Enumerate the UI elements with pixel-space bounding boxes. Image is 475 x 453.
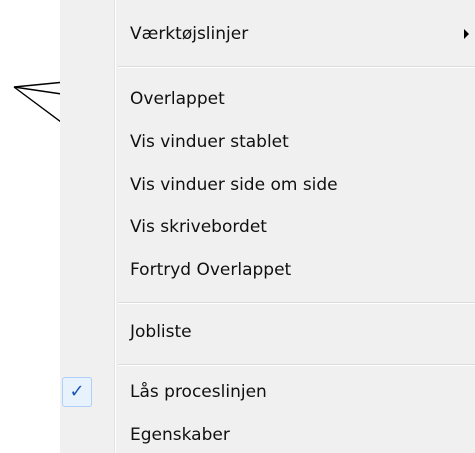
menu-item-label: Jobliste xyxy=(130,322,192,342)
menu-item-las-proceslinjen[interactable]: ✓ Lås proceslinjen xyxy=(60,376,475,408)
menu-item-vis-vinduer-stablet[interactable]: Vis vinduer stablet xyxy=(60,126,475,158)
menu-item-jobliste[interactable]: Jobliste xyxy=(60,316,475,348)
menu-item-label: Værktøjslinjer xyxy=(130,24,249,44)
menu-separator xyxy=(118,302,475,304)
menu-item-vis-vinduer-side-om-side[interactable]: Vis vinduer side om side xyxy=(60,169,475,201)
submenu-arrow-icon xyxy=(464,29,469,39)
menu-separator xyxy=(118,66,475,68)
checkmark-icon: ✓ xyxy=(69,381,85,402)
menu-item-label: Overlappet xyxy=(130,89,225,109)
menu-item-vis-skrivebordet[interactable]: Vis skrivebordet xyxy=(60,211,475,243)
context-menu: Værktøjslinjer Overlappet Vis vinduer st… xyxy=(60,0,475,453)
menu-item-label: Fortryd Overlappet xyxy=(130,260,292,280)
menu-item-fortryd-overlappet[interactable]: Fortryd Overlappet xyxy=(60,254,475,286)
checkbox-checked: ✓ xyxy=(62,377,92,407)
menu-item-overlappet[interactable]: Overlappet xyxy=(60,83,475,115)
menu-item-label: Egenskaber xyxy=(130,425,230,445)
menu-item-label: Vis vinduer side om side xyxy=(130,175,338,195)
menu-separator xyxy=(118,364,475,366)
menu-item-label: Vis skrivebordet xyxy=(130,217,267,237)
menu-item-egenskaber[interactable]: Egenskaber xyxy=(60,419,475,451)
menu-item-vaerktojslinjer[interactable]: Værktøjslinjer xyxy=(60,18,475,50)
menu-item-label: Vis vinduer stablet xyxy=(130,132,289,152)
menu-item-label: Lås proceslinjen xyxy=(130,382,267,402)
